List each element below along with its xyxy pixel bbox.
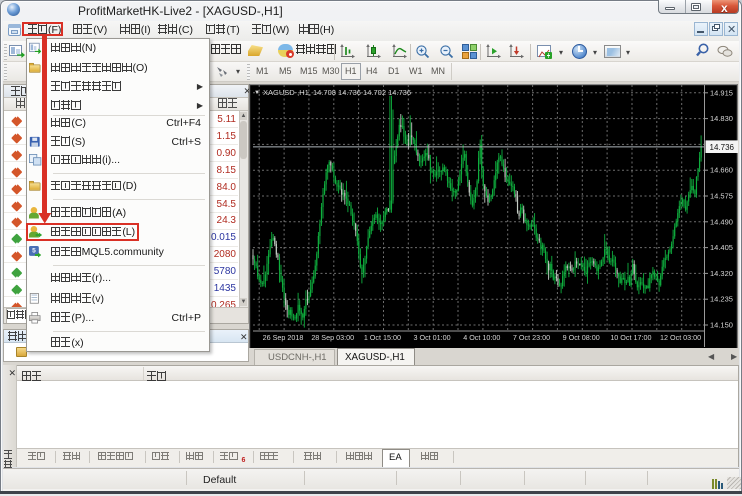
svg-text:14.575: 14.575 (710, 192, 733, 201)
svg-text:1 Oct 15:00: 1 Oct 15:00 (364, 333, 401, 342)
svg-text:3 Oct 01:00: 3 Oct 01:00 (414, 333, 451, 342)
svg-text:14.490: 14.490 (710, 217, 733, 226)
svg-text:14.405: 14.405 (710, 243, 733, 252)
svg-text:9 Oct 08:00: 9 Oct 08:00 (563, 333, 600, 342)
svg-text:10 Oct 17:00: 10 Oct 17:00 (610, 333, 651, 342)
svg-text:14.830: 14.830 (710, 114, 733, 123)
svg-text:XAGUSD-,H1, 14.708 14.736 14.7: XAGUSD-,H1, 14.708 14.736 14.702 14.736 (263, 88, 411, 97)
svg-text:4 Oct 10:00: 4 Oct 10:00 (463, 333, 500, 342)
svg-text:26 Sep 2018: 26 Sep 2018 (263, 333, 304, 342)
svg-text:28 Sep 03:00: 28 Sep 03:00 (311, 333, 354, 342)
svg-text:14.235: 14.235 (710, 295, 733, 304)
svg-text:14.150: 14.150 (710, 321, 733, 330)
svg-text:14.736: 14.736 (710, 143, 735, 152)
svg-text:14.320: 14.320 (710, 269, 733, 278)
svg-text:▼: ▼ (254, 90, 260, 96)
svg-text:7 Oct 23:00: 7 Oct 23:00 (513, 333, 550, 342)
svg-text:12 Oct 03:00: 12 Oct 03:00 (660, 333, 701, 342)
svg-text:14.915: 14.915 (710, 88, 733, 97)
svg-text:14.660: 14.660 (710, 166, 733, 175)
